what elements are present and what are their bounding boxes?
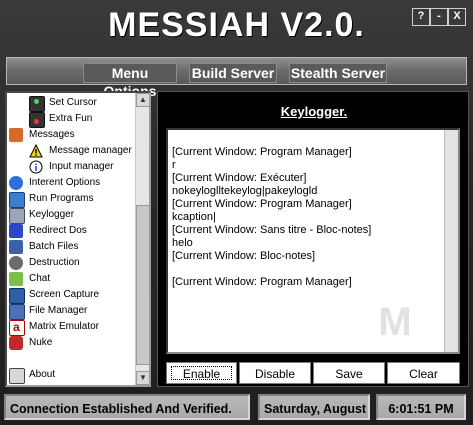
book-icon — [9, 224, 23, 238]
keylogger-actions: Enable Disable Save Clear — [166, 362, 460, 384]
tree-item-label: Extra Fun — [49, 113, 93, 124]
app-title: MESSIAH V2.0. — [108, 6, 365, 44]
info-icon — [29, 160, 43, 174]
monitor-icon — [9, 288, 25, 304]
keylog-output[interactable]: M [Current Window: Program Manager] r [C… — [166, 128, 460, 354]
tree-item-label: Chat — [29, 273, 51, 284]
tree-item-label: Message manager — [49, 145, 132, 156]
tree-item-label: Input manager — [49, 161, 114, 172]
keylog-text: [Current Window: Program Manager] r [Cur… — [172, 146, 372, 288]
tree-item-label: Set Cursor — [49, 97, 97, 108]
panel-title: Keylogger. — [280, 104, 348, 119]
connection-status: Connection Established And Verified. — [4, 394, 250, 420]
keylogger-panel: Keylogger. M [Current Window: Program Ma… — [157, 91, 469, 387]
save-button[interactable]: Save — [313, 362, 385, 384]
menu-options-tab[interactable]: Menu Options — [83, 63, 177, 99]
traffic-light-icon — [29, 96, 45, 112]
enable-button[interactable]: Enable — [166, 362, 237, 384]
menu-bar: Menu Options Build Server Stealth Server — [6, 57, 467, 99]
computer-icon — [9, 192, 25, 208]
tree-item-label: Nuke — [29, 337, 53, 348]
bomb-icon — [9, 256, 23, 270]
tree-item-label: File Manager — [29, 305, 88, 316]
tree-item-label: Interent Options — [29, 177, 101, 188]
disable-button[interactable]: Disable — [239, 362, 311, 384]
messiah-window: MESSIAH V2.0. ? - X Menu Options Build S… — [0, 0, 473, 425]
traffic-light-icon — [29, 112, 45, 128]
stealth-server-tab[interactable]: Stealth Server — [289, 63, 387, 83]
options-tree: Set Cursor Extra Fun Messages Message ma… — [5, 91, 151, 387]
help-button[interactable]: ? — [412, 8, 430, 26]
warning-icon — [29, 143, 43, 158]
close-button[interactable]: X — [448, 8, 466, 26]
watermark-logo: M — [378, 300, 412, 344]
tree-item-label: Screen Capture — [29, 289, 100, 300]
log-scrollbar[interactable] — [444, 130, 458, 352]
date-status: Saturday, August 01, 2006 — [258, 394, 370, 420]
tree-item-label: About — [29, 369, 56, 380]
scroll-thumb[interactable] — [136, 205, 149, 365]
about-icon — [9, 368, 25, 384]
scroll-down-button[interactable]: ▼ — [136, 371, 149, 385]
people-icon — [9, 128, 23, 142]
file-manager-icon — [9, 304, 25, 320]
build-server-tab[interactable]: Build Server — [189, 63, 277, 83]
tree-item-label: Matrix Emulator — [29, 321, 100, 332]
internet-icon — [9, 176, 23, 190]
batch-file-icon — [9, 240, 23, 254]
time-status: 6:01:51 PM — [376, 394, 466, 420]
tree-item-label: Keylogger — [29, 209, 75, 220]
matrix-icon: a — [9, 320, 25, 336]
nuke-icon — [9, 336, 23, 350]
focus-indicator — [171, 366, 232, 380]
keyboard-icon — [9, 208, 25, 224]
scroll-up-button[interactable]: ▲ — [136, 93, 149, 107]
clear-button[interactable]: Clear — [387, 362, 460, 384]
tree-item-label: Run Programs — [29, 193, 94, 204]
tree-scrollbar[interactable]: ▲ ▼ — [135, 93, 149, 385]
minimize-button[interactable]: - — [430, 8, 448, 26]
tree-item-label: Batch Files — [29, 241, 79, 252]
tree-item-label: Redirect Dos — [29, 225, 87, 236]
tree-item-label: Destruction — [29, 257, 80, 268]
chat-icon — [9, 272, 23, 286]
tree-item-label: Messages — [29, 129, 75, 140]
